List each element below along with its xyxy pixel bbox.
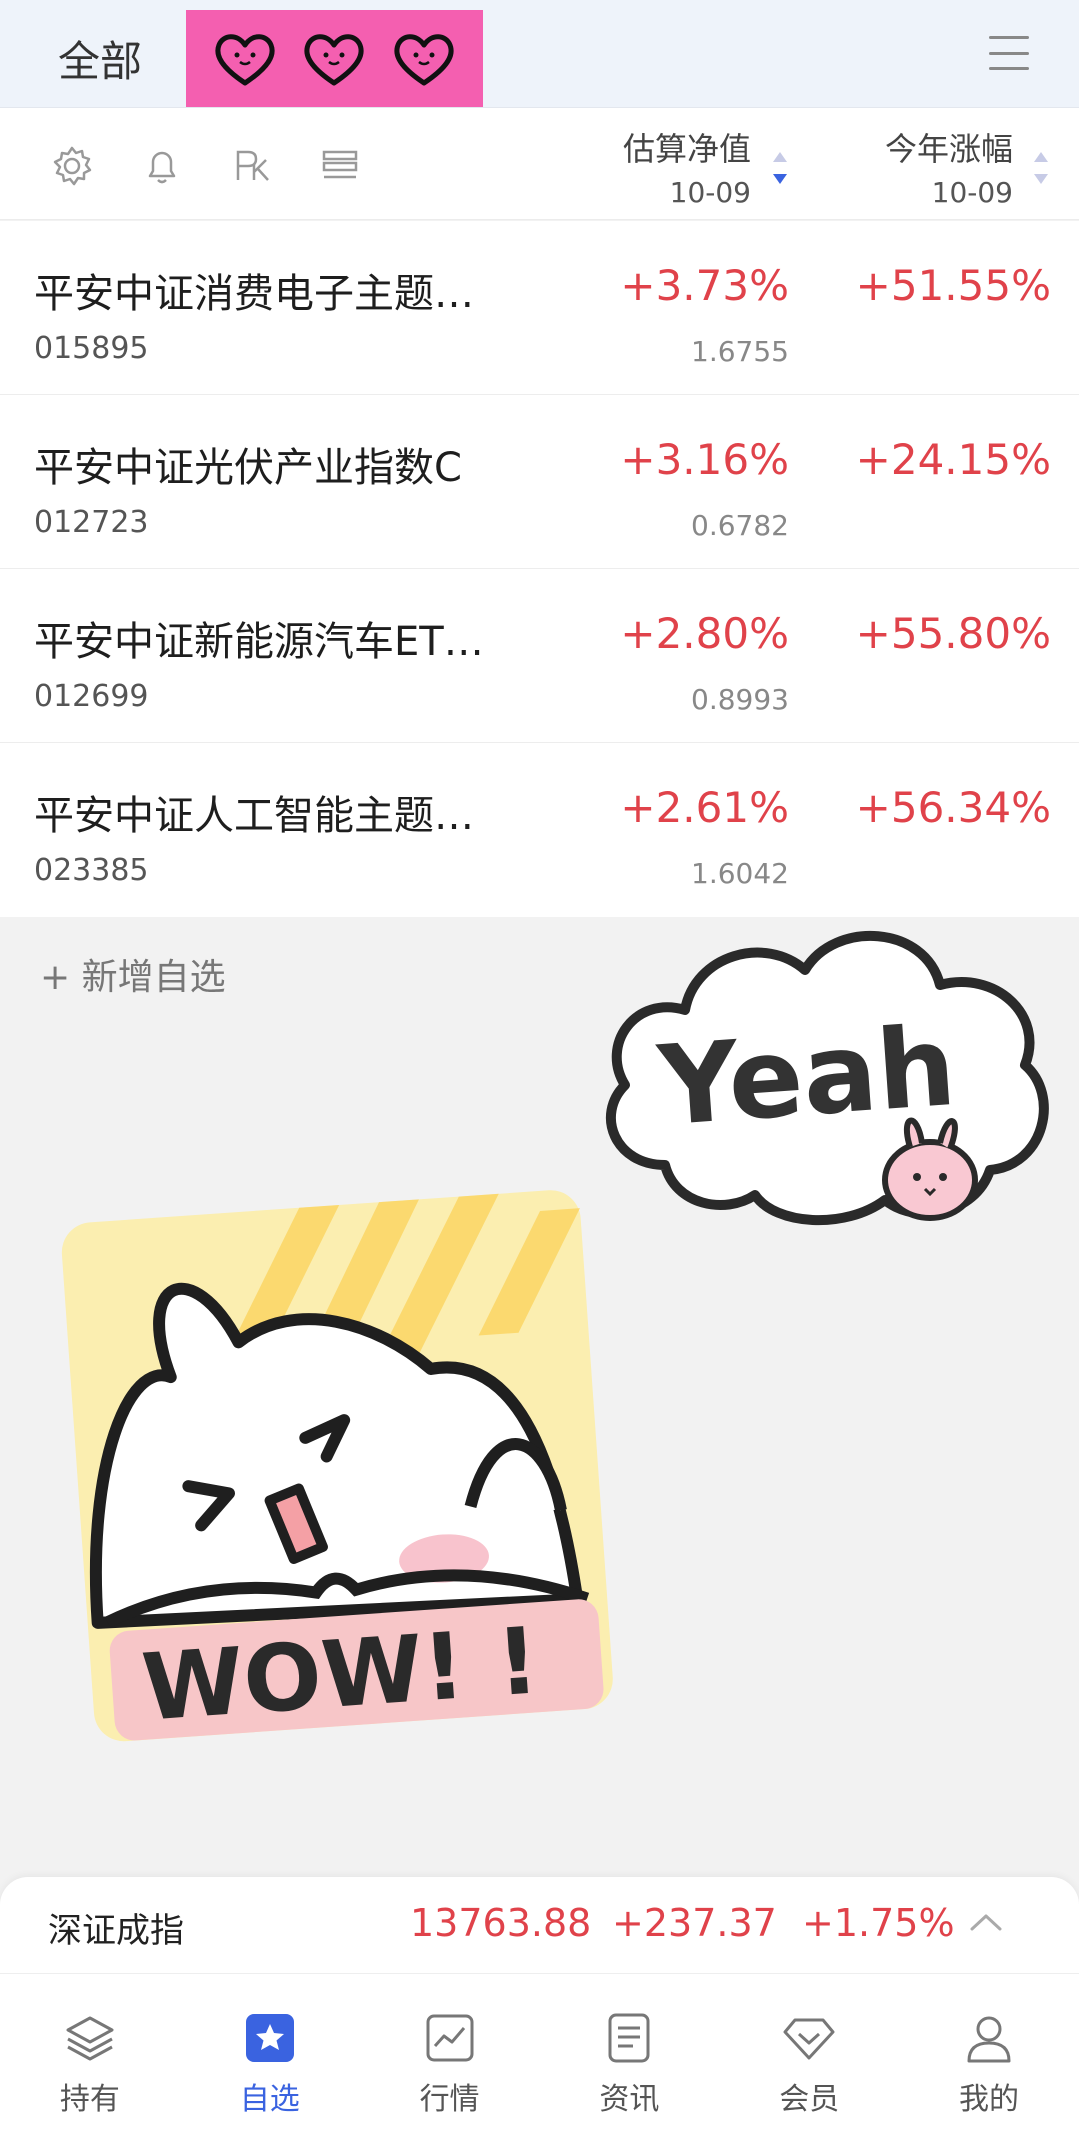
- nav-label: 我的: [959, 2082, 1020, 2117]
- fund-nav: 0.6782: [691, 509, 789, 542]
- diamond-icon: [783, 2018, 835, 2060]
- fund-name: 平安中证消费电子主题…: [34, 271, 474, 317]
- user-icon: [967, 2016, 1011, 2063]
- nav-label: 自选: [239, 2082, 300, 2117]
- fund-row[interactable]: 平安中证消费电子主题… 015895 +3.73% 1.6755 +51.55%: [0, 221, 1079, 395]
- tab-all[interactable]: 全部: [58, 28, 142, 89]
- fund-nav: 0.8993: [691, 683, 789, 716]
- layers-icon: [66, 2016, 114, 2061]
- wow-bunny-sticker: WOW! !: [61, 1190, 613, 1742]
- estimate-change: +2.61%: [620, 783, 789, 832]
- nav-market[interactable]: 行情: [360, 1974, 540, 2143]
- star-icon: [245, 2014, 294, 2062]
- nav-membership[interactable]: 会员: [719, 1974, 899, 2143]
- index-change: +237.37: [612, 1901, 777, 1945]
- fund-row[interactable]: 平安中证新能源汽车ET… 012699 +2.80% 0.8993 +55.80…: [0, 569, 1079, 743]
- fund-nav: 1.6042: [691, 857, 789, 890]
- ytd-change: +24.15%: [855, 435, 1051, 484]
- fund-name: 平安中证光伏产业指数C: [34, 445, 462, 491]
- yeah-cloud-sticker: Yeah: [605, 930, 1049, 1226]
- estimate-change: +3.73%: [620, 261, 789, 310]
- ytd-column-title: 今年涨幅: [884, 130, 1013, 168]
- ytd-change: +55.80%: [855, 609, 1051, 658]
- nav-label: 行情: [419, 2082, 480, 2117]
- heart-face-icon: [215, 33, 275, 85]
- fund-row[interactable]: 平安中证光伏产业指数C 012723 +3.16% 0.6782 +24.15%: [0, 395, 1079, 569]
- fund-list: 平安中证消费电子主题… 015895 +3.73% 1.6755 +51.55%…: [0, 221, 1079, 917]
- nav-label: 持有: [59, 2082, 120, 2117]
- estimate-column-header[interactable]: 估算净值 10-09: [623, 124, 751, 209]
- heart-face-icon: [304, 33, 364, 85]
- document-icon: [608, 2013, 650, 2063]
- top-bar: 全部: [0, 0, 1079, 108]
- index-name: 深证成指: [48, 1911, 184, 1951]
- nav-news[interactable]: 资讯: [539, 1974, 719, 2143]
- ytd-change: +56.34%: [855, 783, 1051, 832]
- estimate-change: +3.16%: [620, 435, 789, 484]
- gear-icon[interactable]: [50, 144, 94, 188]
- fund-code: 012723: [34, 505, 149, 540]
- fund-name: 平安中证人工智能主题…: [34, 793, 474, 839]
- list-toolbar: 估算净值 10-09 今年涨幅 10-09: [0, 108, 1079, 220]
- fund-code: 012699: [34, 679, 149, 714]
- fund-code: 015895: [34, 331, 149, 366]
- bell-icon[interactable]: [140, 144, 184, 188]
- chevron-up-icon[interactable]: [966, 1907, 1006, 1937]
- pk-icon[interactable]: [230, 144, 274, 188]
- bottom-nav: 持有 自选 行情 资讯 会员 我的: [0, 1973, 1079, 2143]
- index-percent: +1.75%: [802, 1901, 955, 1945]
- index-ticker-bar[interactable]: 深证成指 13763.88 +237.37 +1.75%: [0, 1877, 1079, 1973]
- nav-watchlist[interactable]: 自选: [180, 1974, 360, 2143]
- list-layout-icon[interactable]: [318, 144, 362, 188]
- nav-holdings[interactable]: 持有: [0, 1974, 180, 2143]
- estimate-change: +2.80%: [620, 609, 789, 658]
- fund-nav: 1.6755: [691, 335, 789, 368]
- index-value: 13763.88: [410, 1901, 592, 1945]
- nav-me[interactable]: 我的: [899, 1974, 1079, 2143]
- chart-icon: [426, 2014, 474, 2062]
- nav-label: 资讯: [599, 2082, 660, 2117]
- heart-face-icon: [394, 33, 454, 85]
- ytd-column-date: 10-09: [931, 176, 1013, 209]
- fund-row[interactable]: 平安中证人工智能主题… 023385 +2.61% 1.6042 +56.34%: [0, 743, 1079, 917]
- estimate-column-title: 估算净值: [622, 130, 751, 168]
- fund-name: 平安中证新能源汽车ET…: [34, 619, 484, 665]
- hearts-sticker: [186, 10, 483, 107]
- add-watchlist-button[interactable]: + 新增自选: [40, 948, 226, 1000]
- ytd-column-header[interactable]: 今年涨幅 10-09: [885, 124, 1013, 209]
- estimate-column-date: 10-09: [669, 176, 751, 209]
- menu-icon[interactable]: [989, 36, 1029, 70]
- sort-icon[interactable]: [1032, 148, 1050, 188]
- sort-desc-icon[interactable]: [771, 148, 789, 188]
- fund-code: 023385: [34, 853, 149, 888]
- ytd-change: +51.55%: [855, 261, 1051, 310]
- nav-label: 会员: [779, 2082, 840, 2117]
